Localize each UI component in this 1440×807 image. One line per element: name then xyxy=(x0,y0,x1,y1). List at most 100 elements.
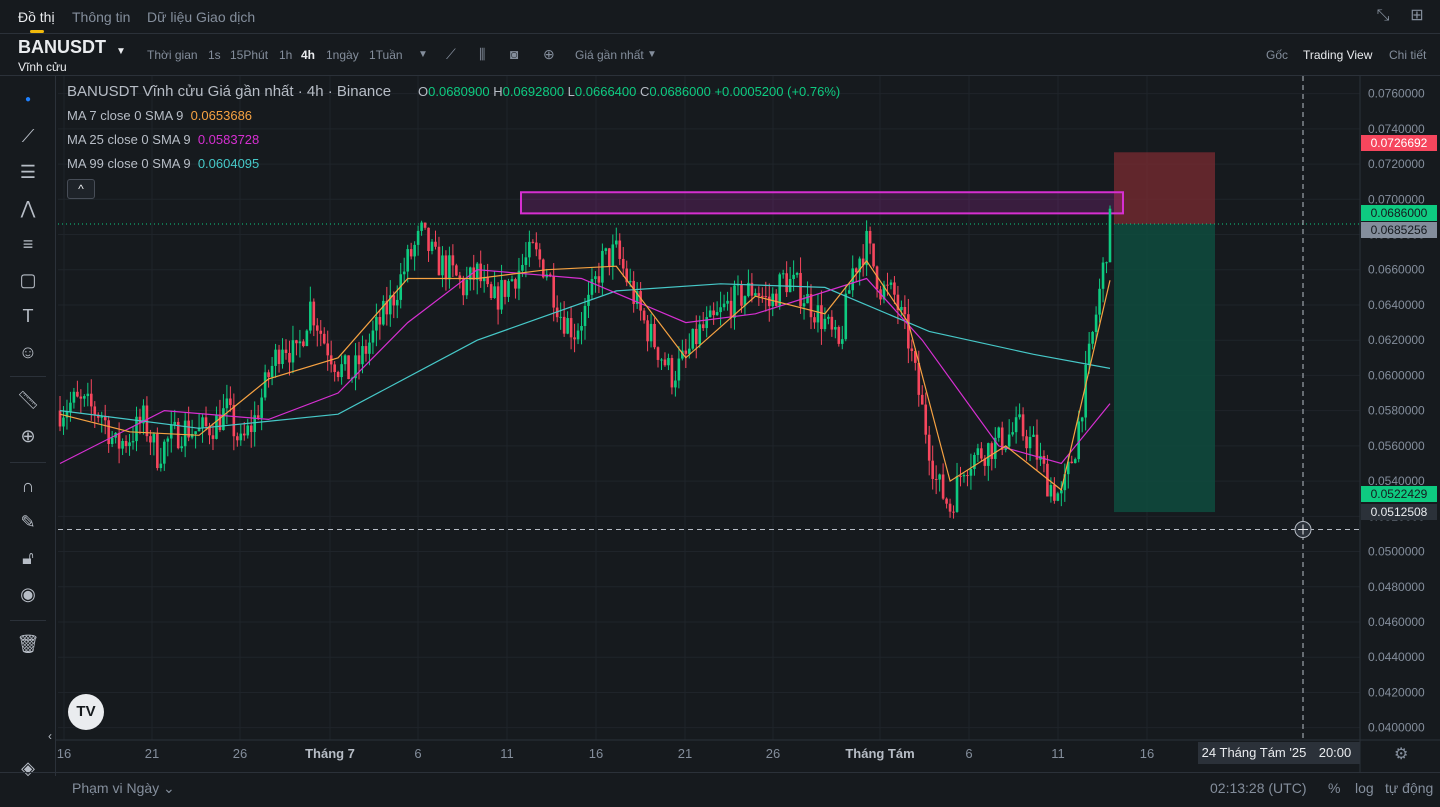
interval-dropdown-icon[interactable]: ▼ xyxy=(418,49,428,60)
view-original[interactable]: Gốc xyxy=(1266,48,1288,62)
pattern-icon[interactable]: ⋀ xyxy=(16,196,40,220)
x-tick-label: 21 xyxy=(678,746,692,761)
legend-collapse-button[interactable]: ^ xyxy=(67,179,95,199)
interval-1h[interactable]: 1h xyxy=(279,48,292,62)
ma7-legend[interactable]: MA 7 close 0 SMA 9 0.0653686 xyxy=(67,108,252,123)
candle-body xyxy=(430,241,434,251)
x-tick-label: 6 xyxy=(965,746,972,761)
lock-icon[interactable]: 🔓︎ xyxy=(16,546,40,570)
log-toggle[interactable]: log xyxy=(1355,780,1374,796)
y-tick-label: 0.0720000 xyxy=(1368,157,1425,171)
symbol-name[interactable]: BANUSDT xyxy=(18,37,106,58)
candle-body xyxy=(406,249,409,272)
tradingview-logo[interactable]: TV xyxy=(68,694,104,730)
candle-body xyxy=(281,349,284,365)
chart-toolbar: BANUSDT ▼ Vĩnh cửu Thời gian 1s 15Phút 1… xyxy=(0,34,1440,76)
camera-icon[interactable]: ◙ xyxy=(510,46,518,62)
rectangle-icon[interactable]: ▢ xyxy=(16,268,40,292)
collapse-toolbar-icon[interactable]: ‹ xyxy=(44,724,56,748)
tab-trading-data[interactable]: Dữ liệu Giao dịch xyxy=(147,9,255,25)
percent-toggle[interactable]: % xyxy=(1328,780,1340,796)
chart-settings-icon[interactable]: ⚙ xyxy=(1394,744,1408,764)
pencil-lock-icon[interactable]: ✎ xyxy=(16,510,40,534)
candle-body xyxy=(886,284,889,286)
ruler-icon[interactable]: 📏︎ xyxy=(16,388,40,412)
trend-line-icon[interactable]: ⟋ xyxy=(16,124,40,148)
text-icon[interactable]: T xyxy=(16,304,40,328)
view-tradingview[interactable]: Trading View xyxy=(1303,48,1372,62)
zoom-in-icon[interactable]: ⊕ xyxy=(16,424,40,448)
candle-body xyxy=(274,349,277,366)
candle-body xyxy=(893,282,896,295)
candle-body xyxy=(319,330,323,334)
candle-body xyxy=(448,255,451,280)
y-tick-label: 0.0420000 xyxy=(1368,685,1425,699)
candle-body xyxy=(847,290,851,294)
candle-body xyxy=(900,306,903,311)
candle-body xyxy=(218,414,222,431)
trash-icon[interactable]: 🗑︎ xyxy=(16,632,40,656)
candle-body xyxy=(163,441,166,464)
candle-body xyxy=(284,349,288,353)
y-tick-label: 0.0760000 xyxy=(1368,87,1425,101)
candle-body xyxy=(608,248,611,267)
grid-layout-icon[interactable]: ⊞ xyxy=(1408,7,1426,25)
magnet-icon[interactable]: ∩ xyxy=(16,474,40,498)
candle-body xyxy=(434,241,437,247)
interval-15m[interactable]: 15Phút xyxy=(230,48,268,62)
eye-icon[interactable]: ◉ xyxy=(16,582,40,606)
interval-1d[interactable]: 1ngày xyxy=(326,48,359,62)
price-type-select[interactable]: Giá gần nhất xyxy=(575,48,644,62)
candle-body xyxy=(1080,417,1084,422)
candle-body xyxy=(521,264,524,271)
horizontal-lines-icon[interactable]: ☰ xyxy=(16,160,40,184)
tab-info[interactable]: Thông tin xyxy=(72,9,130,25)
date-range-select[interactable]: Phạm vi Ngày ⌄ xyxy=(72,780,175,797)
candle-body xyxy=(357,355,361,365)
candle-body xyxy=(698,324,702,345)
candle-body xyxy=(976,448,980,456)
interval-4h[interactable]: 4h xyxy=(301,48,315,62)
add-indicator-icon[interactable]: ⊕ xyxy=(543,46,555,63)
ma99-legend[interactable]: MA 99 close 0 SMA 9 0.0604095 xyxy=(67,156,259,171)
interval-1s[interactable]: 1s xyxy=(208,48,221,62)
ma-price-tag: 0.0685256 xyxy=(1361,222,1437,238)
interval-1w[interactable]: 1Tuần xyxy=(369,48,403,62)
candle-body xyxy=(347,355,350,380)
fib-icon[interactable]: ≡ xyxy=(16,232,40,256)
candle-body xyxy=(315,325,319,331)
candle-body xyxy=(507,281,510,297)
price-type-dropdown-icon[interactable]: ▼ xyxy=(647,49,657,60)
candle-body xyxy=(489,284,493,299)
emoji-icon[interactable]: ☺ xyxy=(16,340,40,364)
candle-body xyxy=(302,341,305,347)
candle-type-icon[interactable]: ⫼ xyxy=(479,46,485,63)
x-tick-label: 6 xyxy=(414,746,421,761)
candle-body xyxy=(966,475,969,477)
symbol-dropdown-icon[interactable]: ▼ xyxy=(116,46,126,57)
y-tick-label: 0.0660000 xyxy=(1368,263,1425,277)
view-depth[interactable]: Chi tiết xyxy=(1389,48,1426,62)
candle-body xyxy=(799,272,802,307)
candle-body xyxy=(361,346,364,365)
chart-title: BANUSDT Vĩnh cửu Giá gần nhất · 4h · Bin… xyxy=(67,83,392,100)
candle-body xyxy=(920,394,924,405)
candle-body xyxy=(705,317,708,329)
candle-body xyxy=(597,276,601,283)
candle-body xyxy=(653,323,656,348)
active-tab-indicator xyxy=(30,30,44,33)
auto-toggle[interactable]: tự động xyxy=(1385,780,1433,796)
tab-chart[interactable]: Đồ thị xyxy=(18,9,55,25)
collapse-icon[interactable]: ⤡ xyxy=(1374,7,1392,25)
ma25-legend[interactable]: MA 25 close 0 SMA 9 0.0583728 xyxy=(67,132,259,147)
x-tick-label: Tháng Tám xyxy=(845,746,914,761)
utc-clock[interactable]: 02:13:28 (UTC) xyxy=(1210,780,1306,796)
candle-body xyxy=(437,246,441,276)
candle-body xyxy=(423,222,427,228)
cursor-dot-icon[interactable]: ● xyxy=(16,88,40,112)
candle-body xyxy=(107,420,110,445)
line-chart-icon[interactable]: ⟋ xyxy=(446,46,456,63)
candle-body xyxy=(242,433,246,436)
candle-body xyxy=(1101,262,1105,289)
candle-body xyxy=(907,314,910,349)
